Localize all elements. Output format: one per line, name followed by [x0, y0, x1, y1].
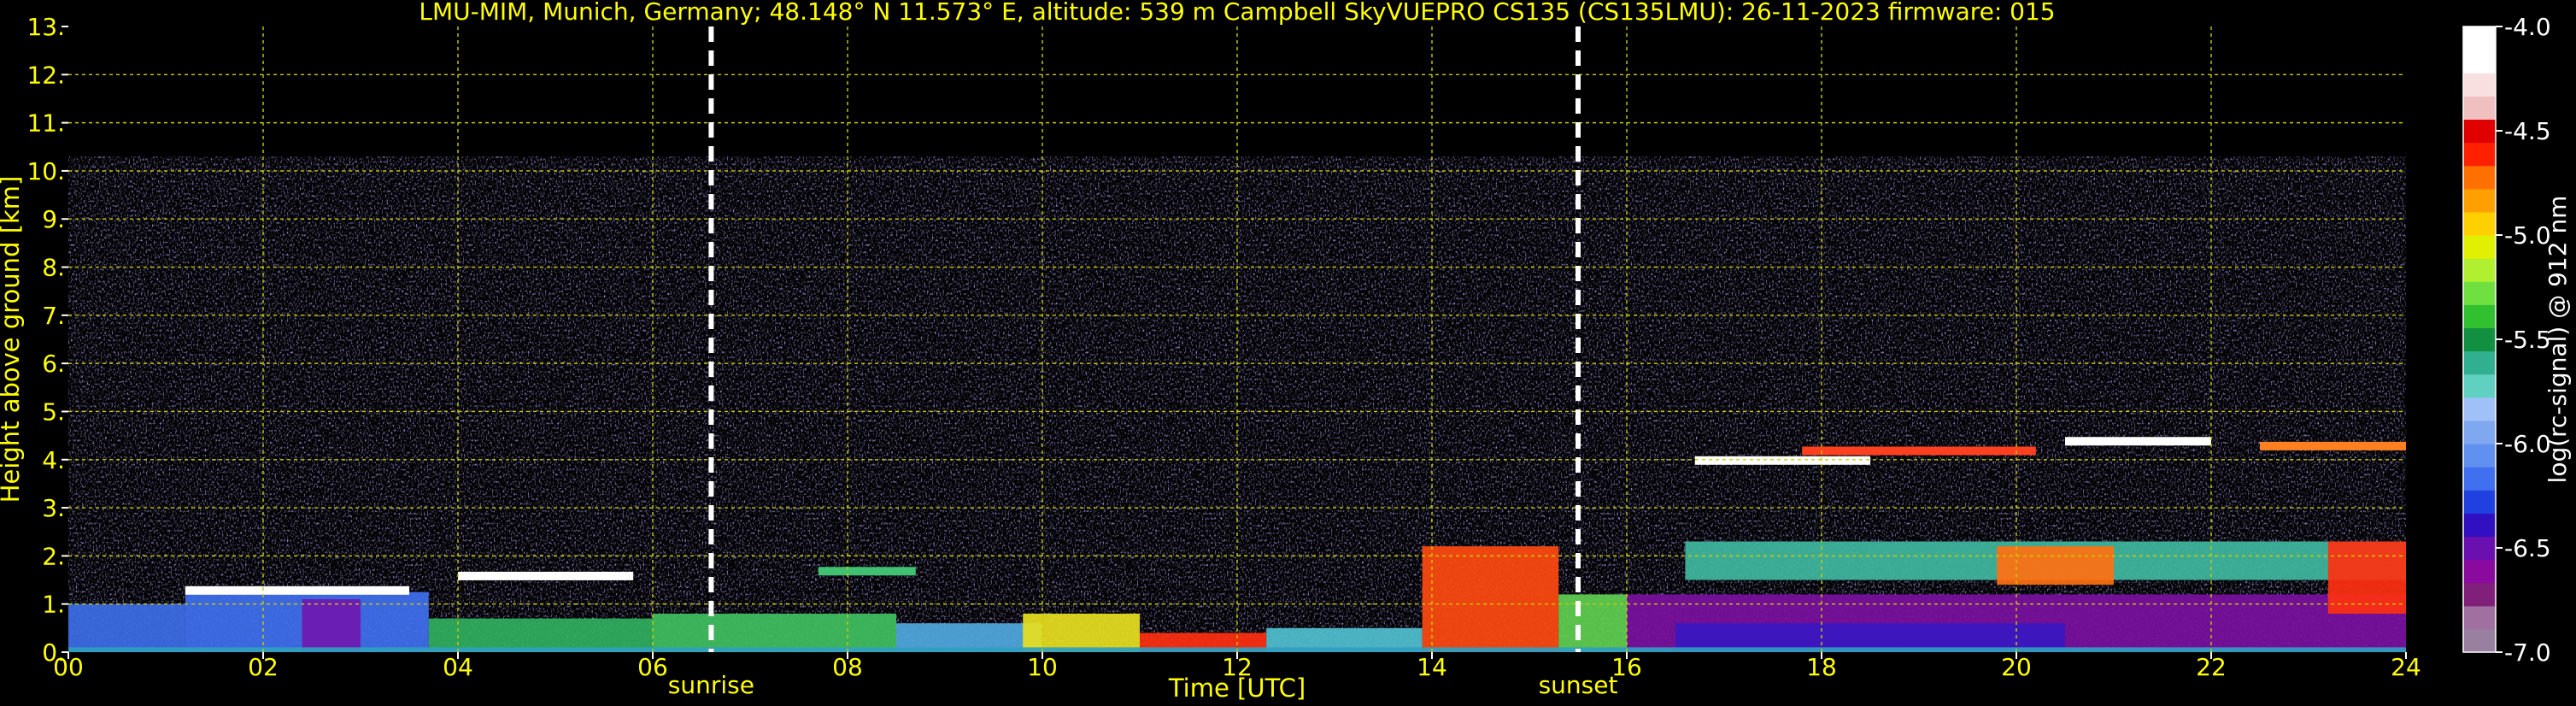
colorbar-segment-23: [2463, 96, 2496, 121]
colorbar-segment-15: [2463, 281, 2496, 305]
event-label-sunrise: sunrise: [668, 671, 754, 699]
colorbar-segment-11: [2463, 374, 2496, 398]
x-tick-label-5: 10: [1027, 653, 1058, 681]
cloud-layer-6: [818, 567, 916, 576]
x-tick-label-2: 04: [443, 653, 473, 681]
y-axis-label: Height above ground [km]: [0, 176, 25, 503]
band-9: [1422, 546, 1559, 652]
y-tick-label-13: 13.: [26, 13, 65, 41]
colorbar-tick-label-1: -4.5: [2504, 117, 2551, 145]
colorbar-segment-4: [2463, 536, 2496, 561]
band-0: [68, 603, 185, 652]
band-15: [2327, 541, 2406, 614]
y-tick-label-0: 0.: [42, 638, 65, 667]
colorbar-segment-10: [2463, 397, 2496, 421]
x-axis-label: Time [UTC]: [1168, 674, 1306, 703]
y-tick-label-10: 10.: [26, 157, 65, 185]
colorbar-segment-1: [2463, 605, 2496, 630]
y-tick-label-11: 11.: [26, 109, 65, 138]
band-10: [1558, 594, 1627, 652]
x-tick-label-10: 20: [2001, 653, 2032, 681]
colorbar-tick-label-5: -6.5: [2504, 534, 2551, 562]
colorbar-segment-0: [2463, 628, 2496, 653]
colorbar-segment-24: [2463, 73, 2496, 97]
cloud-layer-0: [1694, 456, 1870, 465]
colorbar-segment-16: [2463, 258, 2496, 282]
ceilometer-chart: LMU-MIM, Munich, Germany; 48.148° N 11.5…: [0, 0, 2572, 703]
cloud-layer-1: [1802, 446, 2036, 456]
colorbar-segment-14: [2463, 304, 2496, 329]
colorbar-segment-20: [2463, 165, 2496, 190]
y-axis-ticks: 0. 1. 2. 3. 4. 5. 6. 7. 8. 9. 10. 11. 12. 13.: [26, 13, 68, 667]
band-4: [653, 613, 896, 652]
colorbar-label: log(rc-signal) @ 912 nm: [2544, 196, 2572, 484]
colorbar-segment-22: [2463, 119, 2496, 144]
y-tick-label-2: 2.: [42, 542, 65, 570]
band-6: [1023, 613, 1140, 652]
x-tick-label-11: 22: [2196, 653, 2227, 681]
band-3: [428, 618, 653, 652]
colorbar-tick-label-0: -4.0: [2504, 13, 2551, 41]
colorbar-segment-5: [2463, 513, 2496, 538]
y-tick-label-9: 9.: [42, 205, 65, 233]
chart-title: LMU-MIM, Munich, Germany; 48.148° N 11.5…: [419, 0, 2055, 26]
y-tick-label-5: 5.: [42, 397, 65, 426]
band-2: [302, 599, 361, 652]
colorbar-segment-9: [2463, 420, 2496, 444]
y-tick-label-7: 7.: [42, 302, 65, 330]
x-tick-label-9: 18: [1806, 653, 1837, 681]
x-tick-label-4: 08: [832, 653, 863, 681]
colorbar: -4.0-4.5-5.0-5.5-6.0-6.5-7.0: [2462, 13, 2551, 667]
x-tick-label-1: 02: [248, 653, 279, 681]
colorbar-segment-2: [2463, 582, 2496, 607]
y-tick-label-1: 1.: [42, 591, 65, 619]
colorbar-tick-label-6: -7.0: [2504, 638, 2551, 667]
x-tick-label-12: 24: [2391, 653, 2421, 681]
y-tick-label-4: 4.: [42, 446, 65, 474]
event-label-sunset: sunset: [1539, 671, 1618, 699]
colorbar-segment-3: [2463, 559, 2496, 584]
colorbar-segment-13: [2463, 327, 2496, 352]
cloud-layer-5: [458, 571, 634, 580]
colorbar-segment-6: [2463, 490, 2496, 514]
colorbar-segment-17: [2463, 235, 2496, 259]
y-tick-label-12: 12.: [26, 61, 65, 89]
cloud-layer-2: [2065, 437, 2211, 446]
cloud-layer-3: [2260, 441, 2406, 450]
y-tick-label-3: 3.: [42, 494, 65, 522]
y-tick-label-6: 6.: [42, 350, 65, 378]
x-tick-label-7: 14: [1417, 653, 1447, 681]
colorbar-segment-7: [2463, 467, 2496, 491]
x-tick-label-3: 06: [637, 653, 668, 681]
y-tick-label-8: 8.: [42, 254, 65, 282]
colorbar-segment-26: [2463, 26, 2496, 50]
colorbar-segment-19: [2463, 188, 2496, 213]
colorbar-segment-18: [2463, 211, 2496, 236]
colorbar-segment-8: [2463, 444, 2496, 468]
x-tick-label-8: 16: [1611, 653, 1642, 681]
colorbar-segment-21: [2463, 142, 2496, 167]
cloud-layer-4: [185, 585, 410, 595]
colorbar-segment-12: [2463, 350, 2496, 375]
colorbar-segment-25: [2463, 50, 2496, 74]
band-14: [1997, 546, 2114, 585]
